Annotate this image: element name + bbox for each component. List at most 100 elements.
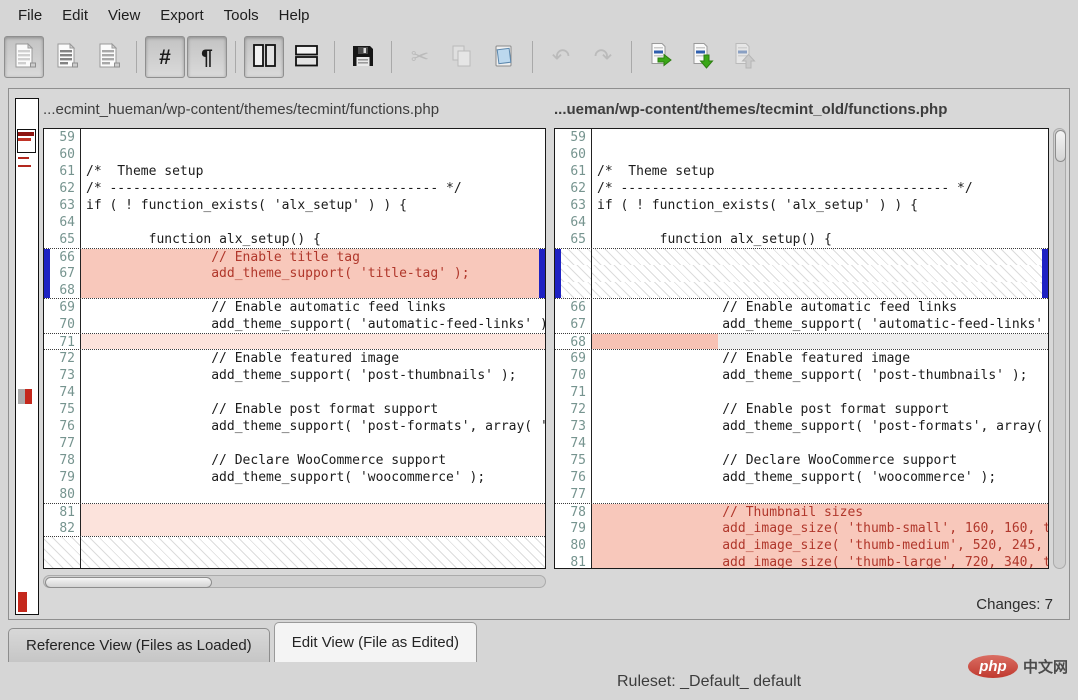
line-number: 69 <box>44 299 81 316</box>
code-line: 62/* -----------------------------------… <box>44 180 545 197</box>
menu-tools[interactable]: Tools <box>214 3 269 28</box>
code-text <box>592 282 1048 298</box>
code-line: 71 <box>44 333 545 350</box>
line-number <box>555 265 592 282</box>
code-line: 77 <box>555 486 1048 503</box>
menu-export[interactable]: Export <box>150 3 213 28</box>
view-tabs: Reference View (Files as Loaded)Edit Vie… <box>8 621 481 662</box>
code-text: add_image_size( 'thumb-large', 720, 340,… <box>592 554 1048 569</box>
line-number: 60 <box>44 146 81 163</box>
horizontal-split-layout-button[interactable] <box>286 36 326 78</box>
menu-help[interactable]: Help <box>269 3 320 28</box>
line-number: 76 <box>555 469 592 486</box>
horizontal-scrollbar-thumb[interactable] <box>45 577 212 588</box>
code-line: 72 // Enable featured image <box>44 350 545 367</box>
code-text <box>81 129 545 146</box>
filler-line <box>555 265 1048 282</box>
code-text: add_theme_support( 'title-tag' ); <box>81 265 545 282</box>
tab-edit-view[interactable]: Edit View (File as Edited) <box>274 622 477 662</box>
code-line: 73 add_theme_support( 'post-formats', ar… <box>555 418 1048 435</box>
left-code-pane[interactable]: 596061/* Theme setup62/* ---------------… <box>43 128 546 569</box>
code-line: 80 <box>44 486 545 503</box>
cut-icon: ✂ <box>411 46 429 68</box>
code-line: 82 <box>44 520 545 537</box>
save-button[interactable] <box>343 36 383 78</box>
toolbar: # ¶ ✂ ↶↷ <box>0 30 1078 84</box>
line-number: 77 <box>555 486 592 503</box>
line-number: 67 <box>44 265 81 282</box>
overview-change-marker <box>18 389 25 404</box>
split-horizontal-icon <box>293 42 320 72</box>
line-number: 74 <box>555 435 592 452</box>
code-line: 69 // Enable automatic feed links <box>44 299 545 316</box>
code-text: if ( ! function_exists( 'alx_setup' ) ) … <box>592 197 1048 214</box>
line-number: 82 <box>44 520 81 536</box>
code-line: 67 add_theme_support( 'title-tag' ); <box>44 265 545 282</box>
code-text: // Enable post format support <box>592 401 1048 418</box>
code-line: 63if ( ! function_exists( 'alx_setup' ) … <box>44 197 545 214</box>
horizontal-scrollbar[interactable] <box>43 575 546 588</box>
code-line: 70 add_theme_support( 'automatic-feed-li… <box>44 316 545 333</box>
code-line: 68 <box>555 333 1048 350</box>
menu-file[interactable]: File <box>8 3 52 28</box>
line-number: 63 <box>44 197 81 214</box>
vertical-scrollbar-thumb[interactable] <box>1055 130 1066 162</box>
overview-change-marker <box>25 389 32 404</box>
code-line: 78 // Thumbnail sizes <box>555 503 1048 520</box>
code-text: add_theme_support( 'post-thumbnails' ); <box>592 367 1048 384</box>
file-view-1-button[interactable] <box>4 36 44 78</box>
line-number: 76 <box>44 418 81 435</box>
vertical-scrollbar[interactable] <box>1053 128 1066 569</box>
file-view-3-button[interactable] <box>88 36 128 78</box>
code-text <box>81 282 545 298</box>
code-text <box>81 214 545 231</box>
code-line: 63if ( ! function_exists( 'alx_setup' ) … <box>555 197 1048 214</box>
code-line: 65 function alx_setup() { <box>555 231 1048 248</box>
code-line: 79 add_theme_support( 'woocommerce' ); <box>44 469 545 486</box>
doc-lines-dark-icon <box>53 42 80 72</box>
php-logo-badge: php <box>968 655 1018 678</box>
overview-strip[interactable] <box>15 98 39 615</box>
overview-change-marker <box>18 132 34 136</box>
line-number <box>555 249 592 265</box>
menu-edit[interactable]: Edit <box>52 3 98 28</box>
doc-lines-light-icon <box>11 42 38 72</box>
right-code-pane[interactable]: 596061/* Theme setup62/* ---------------… <box>554 128 1049 569</box>
code-text: add_theme_support( 'post-formats', array… <box>81 418 545 435</box>
line-number: 80 <box>555 537 592 554</box>
vertical-split-layout-button[interactable] <box>244 36 284 78</box>
paste-button[interactable] <box>484 36 524 78</box>
menu-view[interactable]: View <box>98 3 150 28</box>
line-number: 68 <box>44 282 81 298</box>
floppy-icon <box>350 43 376 72</box>
toggle-line-numbers-icon: # <box>159 47 171 68</box>
doc-arrow-up-icon <box>731 42 758 72</box>
line-number: 75 <box>555 452 592 469</box>
code-line: 68 <box>44 282 545 299</box>
paste-icon <box>491 43 517 72</box>
code-text <box>592 435 1048 452</box>
toolbar-separator <box>532 41 533 73</box>
code-line: 77 <box>44 435 545 452</box>
copy-right-button[interactable] <box>640 36 680 78</box>
code-text: // Enable title tag <box>81 249 545 265</box>
file-view-2-button[interactable] <box>46 36 86 78</box>
code-text: // Enable featured image <box>592 350 1048 367</box>
copy-down-button[interactable] <box>682 36 722 78</box>
code-text <box>81 146 545 163</box>
line-number: 80 <box>44 486 81 503</box>
code-text: add_image_size( 'thumb-small', 160, 160,… <box>592 520 1048 537</box>
code-text: // Enable post format support <box>81 401 545 418</box>
code-text <box>81 486 545 503</box>
code-text: /* Theme setup <box>592 163 1048 180</box>
undo-button: ↶ <box>541 36 581 78</box>
code-line: 76 add_theme_support( 'post-formats', ar… <box>44 418 545 435</box>
redo-button: ↷ <box>583 36 623 78</box>
line-number: 73 <box>555 418 592 435</box>
toggle-formatting-marks-button[interactable]: ¶ <box>187 36 227 78</box>
code-text <box>592 146 1048 163</box>
code-text: function alx_setup() { <box>592 231 1048 248</box>
tab-reference-view[interactable]: Reference View (Files as Loaded) <box>8 628 270 662</box>
toggle-line-numbers-button[interactable]: # <box>145 36 185 78</box>
line-number: 63 <box>555 197 592 214</box>
